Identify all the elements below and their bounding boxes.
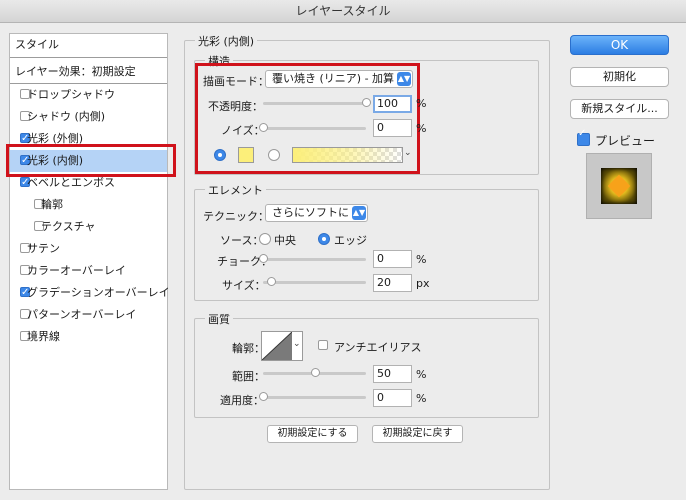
- section-title: 光彩 (内側): [195, 33, 258, 49]
- style-list-item[interactable]: ドロップシャドウ: [10, 84, 167, 106]
- style-item-label: パターンオーバーレイ: [27, 308, 137, 321]
- style-list-item[interactable]: カラーオーバーレイ: [10, 260, 167, 282]
- style-list-item[interactable]: シャドウ (内側): [10, 106, 167, 128]
- source-edge-label: エッジ: [334, 234, 367, 247]
- style-list-item[interactable]: 境界線: [10, 326, 167, 348]
- choke-slider[interactable]: [263, 258, 366, 261]
- gradient-radio[interactable]: [268, 149, 280, 161]
- ok-button[interactable]: OK: [570, 35, 669, 55]
- style-list-item[interactable]: グラデーションオーバーレイ: [10, 282, 170, 304]
- chevron-updown-icon: ▲▼: [397, 72, 411, 86]
- source-label: ソース：: [220, 234, 264, 247]
- glow-gradient-picker[interactable]: [292, 147, 403, 163]
- quality-title: 画質: [205, 311, 233, 327]
- preview-thumbnail: [586, 153, 652, 219]
- noise-label: ノイズ：: [221, 124, 265, 137]
- source-edge-radio[interactable]: [318, 233, 330, 245]
- elements-title: エレメント: [205, 182, 266, 198]
- noise-slider[interactable]: [263, 127, 366, 130]
- source-center-radio[interactable]: [259, 233, 271, 245]
- style-item-label: ドロップシャドウ: [27, 88, 115, 101]
- style-list-item[interactable]: 輪郭: [10, 194, 167, 216]
- style-item-label: 境界線: [27, 330, 60, 343]
- solid-color-radio[interactable]: [214, 149, 226, 161]
- style-list-item[interactable]: パターンオーバーレイ: [10, 304, 167, 326]
- layer-effects-defaults-label: レイヤー効果：初期設定: [15, 65, 136, 78]
- contour-picker[interactable]: ⌄: [261, 331, 303, 361]
- style-item-label: 輪郭: [41, 198, 63, 211]
- opacity-label: 不透明度：: [208, 100, 263, 113]
- opacity-input[interactable]: 100: [373, 95, 412, 113]
- size-label: サイズ：: [222, 279, 266, 292]
- glow-color-swatch[interactable]: [238, 147, 254, 163]
- jitter-label: 適用度：: [220, 394, 264, 407]
- size-slider[interactable]: [263, 281, 366, 284]
- technique-select[interactable]: さらにソフトに ▲▼: [265, 204, 368, 222]
- jitter-slider[interactable]: [263, 396, 366, 399]
- size-px: px: [416, 277, 430, 290]
- chevron-updown-icon: ▲▼: [352, 206, 366, 220]
- window-title: レイヤースタイル: [0, 0, 686, 23]
- range-slider-knob[interactable]: [310, 368, 320, 377]
- antialias-label: アンチエイリアス: [334, 341, 422, 354]
- preview-diamond: [607, 174, 631, 198]
- opacity-slider[interactable]: [263, 102, 366, 105]
- jitter-input[interactable]: 0: [373, 389, 412, 407]
- chevron-down-icon: ⌄: [293, 339, 301, 349]
- style-item-label: カラーオーバーレイ: [27, 264, 126, 277]
- style-item-label: グラデーションオーバーレイ: [27, 286, 170, 299]
- style-list-item[interactable]: サテン: [10, 238, 167, 260]
- opacity-percent: %: [416, 97, 427, 110]
- style-list: スタイル レイヤー効果：初期設定 ドロップシャドウシャドウ (内側)光彩 (外側…: [9, 33, 170, 490]
- style-list-item[interactable]: テクスチャ: [10, 216, 167, 238]
- divider: [10, 57, 167, 58]
- new-style-button[interactable]: 新規スタイル...: [570, 99, 669, 119]
- technique-label: テクニック：: [203, 210, 269, 223]
- reset-default-button[interactable]: 初期設定に戻す: [372, 425, 463, 443]
- noise-percent: %: [416, 122, 427, 135]
- jitter-slider-knob[interactable]: [259, 392, 268, 401]
- range-input[interactable]: 50: [373, 365, 412, 383]
- technique-value: さらにソフトに: [272, 206, 349, 219]
- antialias-checkbox[interactable]: [318, 340, 328, 350]
- style-list-header[interactable]: スタイル: [10, 34, 167, 56]
- preview-checkbox[interactable]: [577, 128, 590, 146]
- preview-swatch: [601, 168, 637, 204]
- choke-percent: %: [416, 253, 427, 266]
- style-item-label: シャドウ (内側): [27, 110, 106, 123]
- style-item-label: サテン: [27, 242, 60, 255]
- reset-button[interactable]: 初期化: [570, 67, 669, 87]
- style-item-label: テクスチャ: [41, 220, 96, 233]
- choke-input[interactable]: 0: [373, 250, 412, 268]
- range-label: 範囲：: [232, 370, 265, 383]
- noise-slider-knob[interactable]: [259, 123, 268, 132]
- gradient-dropdown-icon[interactable]: ⌄: [404, 148, 412, 158]
- jitter-percent: %: [416, 392, 427, 405]
- blend-mode-label: 描画モード：: [203, 75, 269, 88]
- blend-mode-select[interactable]: 覆い焼き (リニア) - 加算 ▲▼: [265, 70, 413, 88]
- blend-mode-value: 覆い焼き (リニア) - 加算: [272, 72, 395, 85]
- opacity-slider-knob[interactable]: [362, 98, 371, 107]
- source-center-label: 中央: [274, 234, 296, 247]
- noise-input[interactable]: 0: [373, 119, 412, 137]
- style-list-header-label: スタイル: [15, 38, 59, 51]
- highlight-selected-style: [6, 144, 176, 177]
- size-input[interactable]: 20: [373, 274, 412, 292]
- range-percent: %: [416, 368, 427, 381]
- choke-slider-knob[interactable]: [259, 254, 268, 263]
- preview-label: プレビュー: [595, 134, 656, 148]
- make-default-button[interactable]: 初期設定にする: [267, 425, 358, 443]
- contour-linear-icon: [262, 332, 292, 360]
- layer-effects-defaults[interactable]: レイヤー効果：初期設定: [10, 61, 167, 83]
